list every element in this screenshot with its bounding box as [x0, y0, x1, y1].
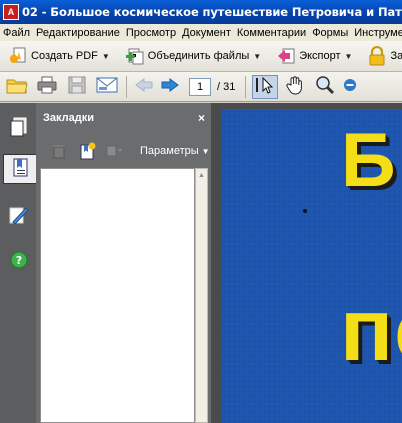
export-icon — [275, 45, 297, 67]
merge-files-button[interactable]: Объединить файлы ▼ — [121, 44, 264, 68]
print-icon — [37, 76, 57, 97]
acrobat-app-icon[interactable]: A — [3, 4, 19, 20]
print-button[interactable] — [34, 75, 60, 99]
bookmark-scrollbar[interactable]: ▲ — [195, 168, 208, 423]
bookmark-list[interactable] — [40, 168, 195, 423]
pdf-create-icon — [7, 45, 29, 67]
pages-icon — [10, 117, 28, 140]
new-bookmark-icon[interactable] — [76, 141, 98, 161]
expand-bookmark-icon[interactable] — [104, 141, 126, 161]
save-button[interactable] — [64, 75, 90, 99]
page-speck — [303, 209, 307, 213]
toolbar-divider — [126, 75, 127, 98]
menu-tools[interactable]: Инструменты — [351, 27, 402, 39]
protect-button[interactable]: Защита ▼ — [363, 44, 402, 68]
bookmark-toolbar: Параметры ▼ — [36, 137, 211, 165]
open-button[interactable] — [4, 75, 30, 99]
chevron-down-icon: ▼ — [201, 147, 210, 156]
previous-page-icon — [135, 78, 153, 95]
menu-edit[interactable]: Редактирование — [33, 27, 123, 39]
document-page: Б пе — [222, 109, 402, 423]
task-toolbar: Создать PDF ▼ Объединить файлы ▼ Экспорт… — [0, 41, 402, 72]
toolbar-divider — [245, 75, 247, 98]
menu-view[interactable]: Просмотр — [123, 27, 179, 39]
menu-document[interactable]: Документ — [179, 27, 234, 39]
chevron-down-icon[interactable]: ▼ — [345, 52, 353, 61]
page-total-label: / 31 — [217, 80, 236, 93]
menu-comments[interactable]: Комментарии — [234, 27, 309, 39]
menu-file[interactable]: Файл — [0, 27, 33, 39]
document-view[interactable]: Б пе — [211, 103, 402, 423]
create-pdf-label: Создать PDF — [31, 50, 98, 62]
svg-text:?: ? — [15, 254, 21, 267]
next-page-icon — [161, 78, 179, 95]
menu-forms[interactable]: Формы — [309, 27, 351, 39]
protect-label: Защита — [390, 50, 402, 62]
title-bar: A 02 - Большое космическое путешествие П… — [0, 0, 402, 24]
options-label: Параметры — [140, 145, 199, 157]
merge-files-icon — [124, 45, 146, 67]
lock-icon — [366, 45, 388, 67]
scroll-up-icon[interactable]: ▲ — [196, 169, 207, 181]
email-icon — [96, 77, 118, 96]
open-folder-icon — [6, 76, 28, 97]
export-label: Экспорт — [299, 50, 341, 62]
pages-button[interactable] — [4, 113, 33, 143]
zoom-tool-button[interactable] — [312, 75, 338, 99]
cover-title-line-1: Б — [341, 118, 397, 203]
signature-icon — [9, 205, 29, 228]
email-button[interactable] — [94, 75, 120, 99]
menu-bar: Файл Редактирование Просмотр Документ Ко… — [0, 24, 402, 41]
bookmarks-panel: Закладки × Параметры ▼ ▲ — [36, 103, 211, 423]
signatures-button[interactable] — [4, 201, 33, 231]
select-tool-icon — [255, 76, 275, 97]
options-menu[interactable]: Параметры ▼ — [140, 145, 210, 157]
save-icon — [68, 76, 86, 97]
window-title: 02 - Большое космическое путешествие Пет… — [22, 5, 402, 19]
panel-title: Закладки — [43, 112, 95, 124]
delete-bookmark-icon[interactable] — [48, 141, 70, 161]
navigation-toolbar: / 31 — [0, 72, 402, 102]
help-button[interactable]: ? — [4, 246, 33, 276]
close-icon[interactable]: × — [198, 111, 205, 125]
navigation-pane-rail: ? — [0, 103, 37, 423]
chevron-down-icon[interactable]: ▼ — [253, 52, 261, 61]
zoom-out-icon — [343, 78, 357, 95]
export-button[interactable]: Экспорт ▼ — [272, 44, 355, 68]
zoom-out-button[interactable] — [342, 75, 358, 99]
chevron-down-icon[interactable]: ▼ — [102, 52, 110, 61]
help-icon: ? — [10, 251, 28, 272]
zoom-tool-icon — [315, 75, 335, 98]
create-pdf-button[interactable]: Создать PDF ▼ — [4, 44, 113, 68]
hand-tool-icon — [286, 75, 304, 98]
bookmarks-icon — [12, 158, 30, 181]
hand-tool-button[interactable] — [282, 75, 308, 99]
merge-files-label: Объединить файлы — [147, 50, 250, 62]
select-tool-button[interactable] — [252, 74, 279, 99]
previous-page-button[interactable] — [131, 75, 157, 99]
panel-header: Закладки × — [36, 103, 211, 133]
page-number-input[interactable] — [189, 77, 211, 96]
bookmarks-button[interactable] — [3, 154, 37, 184]
next-page-button[interactable] — [157, 75, 183, 99]
cover-title-line-2: пе — [340, 280, 402, 379]
